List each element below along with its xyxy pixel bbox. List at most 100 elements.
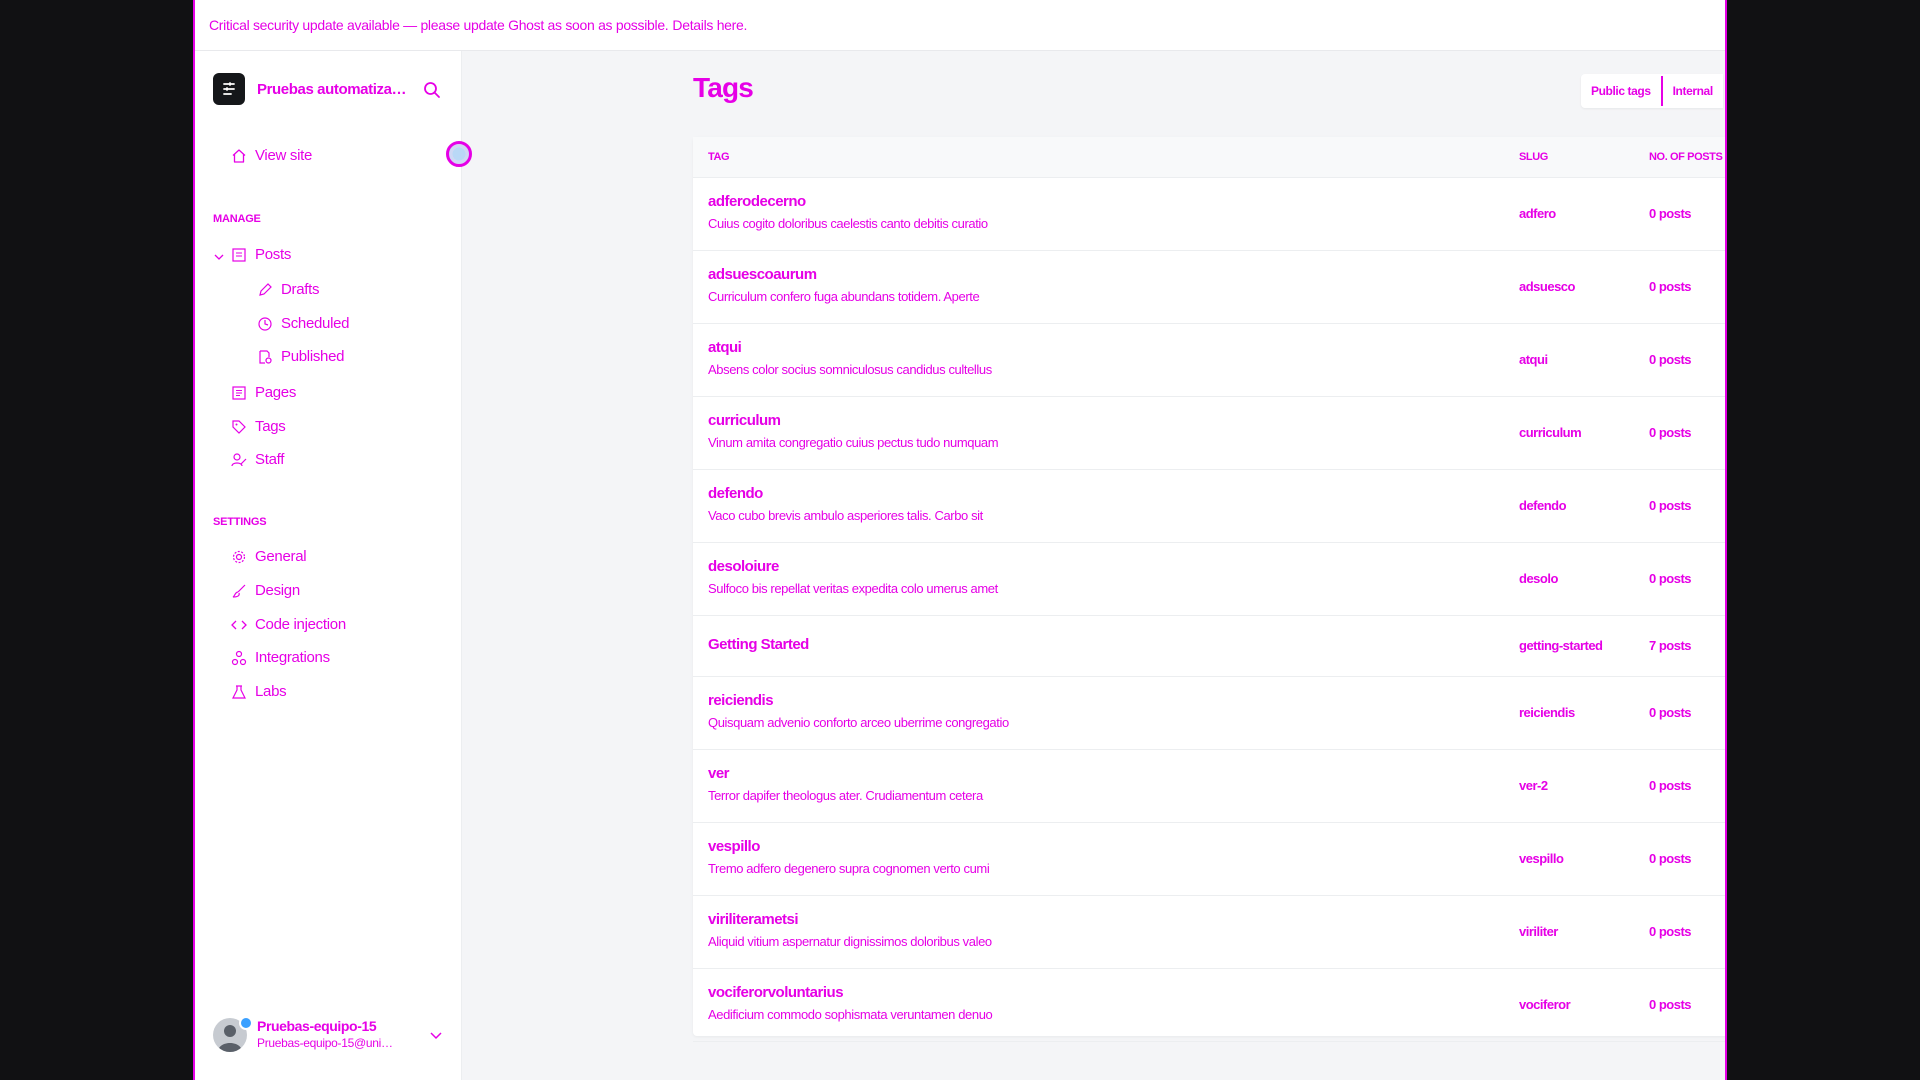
- alert-text: Critical security update available — ple…: [209, 17, 669, 33]
- tag-description: Absens color socius somniculosus candidu…: [708, 362, 992, 377]
- sidebar-item-label: Published: [281, 348, 345, 365]
- tag-description: Tremo adfero degenero supra cognomen ver…: [708, 861, 990, 876]
- posts-icon: [232, 247, 246, 262]
- tag-name: atqui: [708, 339, 742, 356]
- sidebar-item-label: Labs: [255, 683, 287, 700]
- sidebar-item-label: Tags: [255, 418, 286, 435]
- sidebar-item-tags[interactable]: Tags: [231, 418, 286, 435]
- tag-post-count: 0 posts: [1649, 425, 1692, 440]
- site-logo-icon: [213, 73, 245, 105]
- published-icon: [259, 349, 272, 364]
- tag-description: Curriculum confero fuga abundans totidem…: [708, 289, 980, 304]
- tag-slug: defendo: [1519, 498, 1567, 513]
- search-icon[interactable]: [423, 81, 443, 101]
- table-row[interactable]: ver Terror dapifer theologus ater. Crudia…: [693, 750, 1725, 823]
- sidebar-item-label: Integrations: [255, 649, 330, 666]
- tag-slug: curriculum: [1519, 425, 1582, 440]
- table-row[interactable]: viriliterametsi Aliquid vitium aspernatur…: [693, 896, 1725, 969]
- view-site-link[interactable]: View site: [231, 147, 312, 164]
- table-row[interactable]: curriculum Vinum amita congregatio cuius …: [693, 397, 1725, 470]
- chevron-down-icon[interactable]: [429, 1028, 443, 1042]
- sidebar-item-general[interactable]: General: [231, 548, 307, 565]
- table-row[interactable]: desoloiure Sulfoco bis repellat veritas e…: [693, 543, 1725, 616]
- home-icon: [232, 148, 246, 163]
- user-menu[interactable]: Pruebas-equipo-15 Pruebas-equipo-15@unia…: [213, 1016, 443, 1052]
- tag-description: Sulfoco bis repellat veritas expedita co…: [708, 581, 998, 596]
- tag-description: Terror dapifer theologus ater. Crudiamen…: [708, 788, 983, 803]
- app-window: Critical security update available — ple…: [193, 0, 1727, 1080]
- table-row[interactable]: reiciendis Quisquam advenio conforto arce…: [693, 677, 1725, 750]
- tag-name: adsuescoaurum: [708, 266, 817, 283]
- sidebar-item-code-injection[interactable]: Code injection: [231, 616, 346, 633]
- tag-description: Cuius cogito doloribus caelestis canto d…: [708, 216, 988, 231]
- tags-table: TAG SLUG NO. OF POSTS adferodecerno Cuius…: [693, 137, 1725, 1042]
- table-row[interactable]: adferodecerno Cuius cogito doloribus cael…: [693, 178, 1725, 251]
- tag-name: Getting Started: [708, 636, 809, 653]
- sidebar-item-drafts[interactable]: Drafts: [257, 281, 320, 298]
- sidebar-item-pages[interactable]: Pages: [231, 384, 296, 401]
- status-dot: [239, 1016, 253, 1030]
- tag-description: Vinum amita congregatio cuius pectus tud…: [708, 435, 999, 450]
- brush-icon: [232, 584, 246, 598]
- sidebar-item-label: Drafts: [281, 281, 320, 298]
- sidebar-item-design[interactable]: Design: [231, 582, 300, 599]
- sidebar-item-staff[interactable]: Staff: [231, 451, 284, 468]
- tag-post-count: 0 posts: [1649, 851, 1692, 866]
- sidebar-item-scheduled[interactable]: Scheduled: [257, 315, 350, 332]
- manage-section-title: MANAGE: [213, 213, 261, 225]
- user-email: Pruebas-equipo-15@uniandes.edu.co: [257, 1036, 397, 1050]
- tag-post-count: 0 posts: [1649, 924, 1692, 939]
- tag-post-count: 0 posts: [1649, 705, 1692, 720]
- gear-icon: [232, 550, 246, 563]
- site-name: Pruebas automatizadas: [257, 80, 407, 98]
- flask-icon: [232, 684, 246, 699]
- site-brand[interactable]: Pruebas automatizadas: [213, 73, 407, 105]
- table-row[interactable]: vociferorvoluntarius Aedificium commodo s…: [693, 969, 1725, 1042]
- tag-post-count: 0 posts: [1649, 997, 1692, 1012]
- tag-slug: ver-2: [1519, 778, 1548, 793]
- tag-post-count: 0 posts: [1649, 778, 1692, 793]
- staff-icon: [231, 452, 247, 466]
- sidebar-item-label: Posts: [255, 246, 292, 263]
- sidebar-item-labs[interactable]: Labs: [231, 683, 287, 700]
- tag-slug: viriliter: [1519, 924, 1558, 939]
- tag-description: Quisquam advenio conforto arceo uberrime…: [708, 715, 1009, 730]
- tag-name: ver: [708, 765, 730, 782]
- tag-type-filter: Public tags Internal: [1581, 74, 1723, 108]
- sidebar-item-label: General: [255, 548, 307, 565]
- column-header-slug: SLUG: [1519, 151, 1548, 163]
- security-alert-banner: Critical security update available — ple…: [195, 0, 1725, 51]
- tag-name: defendo: [708, 485, 763, 502]
- sidebar-item-label: Code injection: [255, 616, 346, 633]
- sidebar-item-posts[interactable]: Posts: [231, 246, 291, 263]
- user-name: Pruebas-equipo-15: [257, 1018, 377, 1034]
- chevron-down-icon[interactable]: [213, 251, 225, 263]
- sidebar-item-label: Design: [255, 582, 300, 599]
- tag-slug: adsuesco: [1519, 279, 1575, 294]
- table-row[interactable]: vespillo Tremo adfero degenero supra cogn…: [693, 823, 1725, 896]
- sidebar-item-integrations[interactable]: Integrations: [231, 649, 330, 666]
- column-header-count: NO. OF POSTS: [1649, 151, 1723, 163]
- alert-details-link[interactable]: Details here.: [672, 17, 747, 33]
- filter-internal-tags-button[interactable]: Internal: [1663, 74, 1723, 108]
- sidebar-item-published[interactable]: Published: [257, 348, 344, 365]
- page-title: Tags: [693, 72, 754, 103]
- tag-description: Aedificium commodo sophismata veruntamen…: [708, 1007, 993, 1022]
- table-row[interactable]: Getting Started getting-started 7 posts: [693, 616, 1725, 677]
- cursor-indicator: [446, 141, 472, 167]
- tag-description: Vaco cubo brevis ambulo asperiores talis…: [708, 508, 983, 523]
- sidebar-item-label: Staff: [255, 451, 285, 468]
- column-header-tag: TAG: [708, 151, 730, 163]
- settings-section-title: SETTINGS: [213, 516, 267, 528]
- filter-public-tags-button[interactable]: Public tags: [1581, 74, 1661, 108]
- tag-name: viriliterametsi: [708, 911, 799, 928]
- tag-post-count: 0 posts: [1649, 498, 1692, 513]
- sidebar: Pruebas automatizadas View site MANAGE P…: [195, 51, 472, 1080]
- tag-description: Aliquid vitium aspernatur dignissimos do…: [708, 934, 992, 949]
- tag-name: desoloiure: [708, 558, 779, 575]
- pencil-icon: [259, 282, 272, 296]
- tag-slug: reiciendis: [1519, 705, 1575, 720]
- table-row[interactable]: defendo Vaco cubo brevis ambulo asperiore…: [693, 470, 1725, 543]
- table-row[interactable]: atqui Absens color socius somniculosus ca…: [693, 324, 1725, 397]
- table-row[interactable]: adsuescoaurum Curriculum confero fuga abu…: [693, 251, 1725, 324]
